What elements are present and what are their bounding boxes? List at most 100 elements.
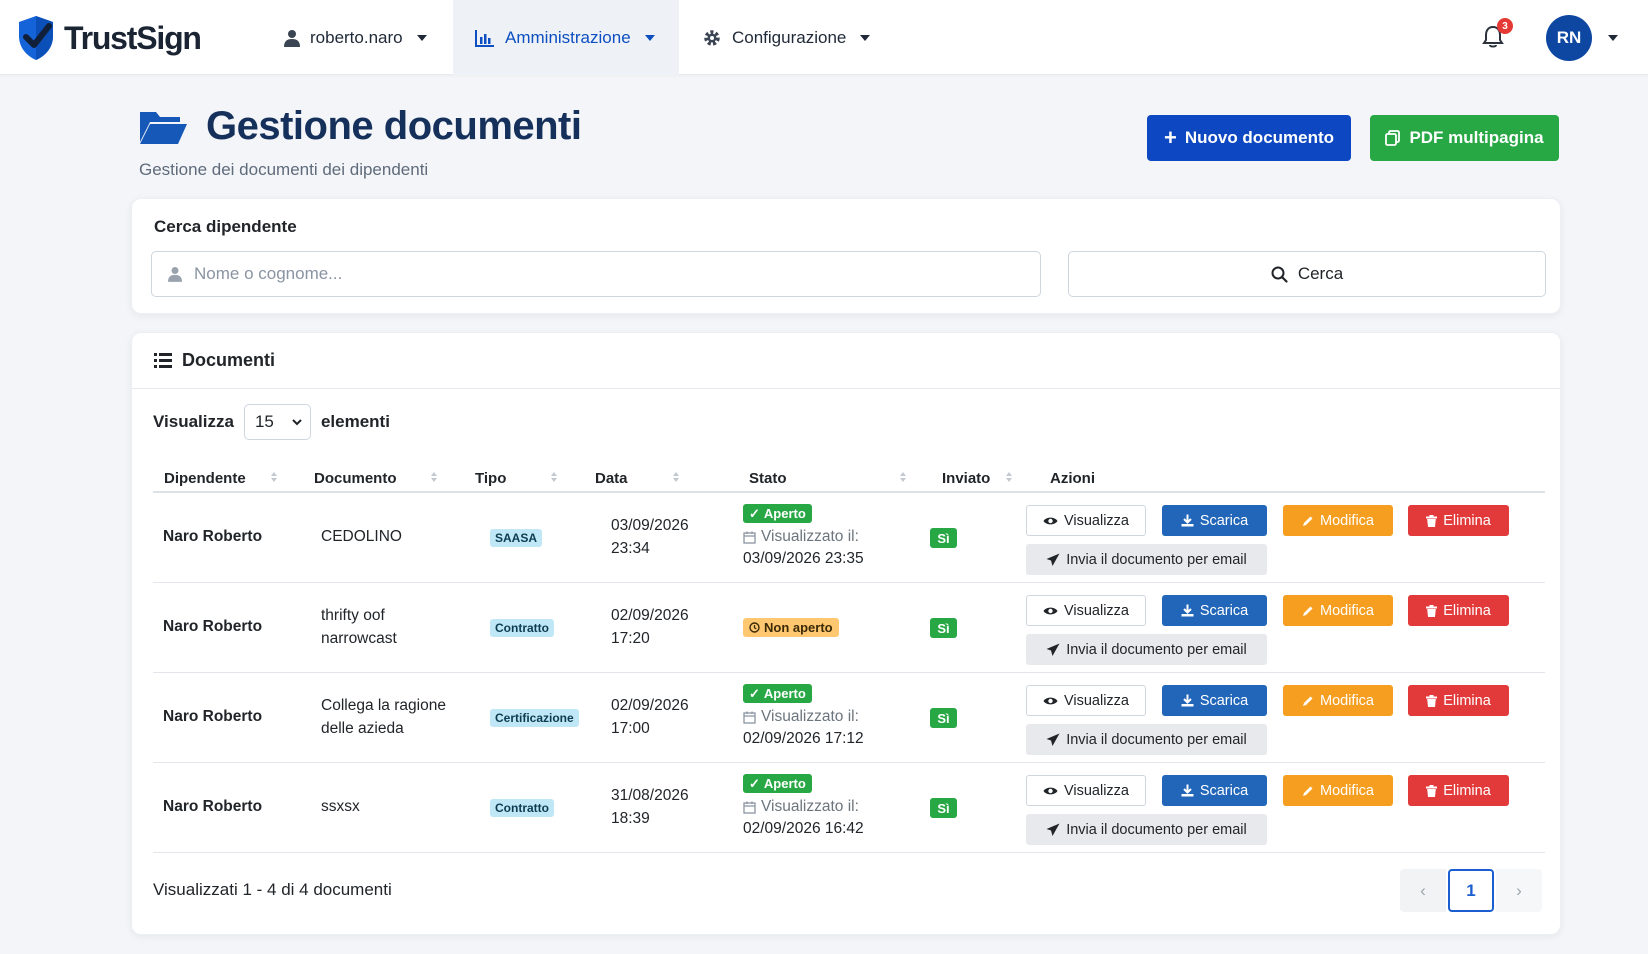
- new-document-button[interactable]: + Nuovo documento: [1147, 115, 1351, 161]
- chevron-down-icon[interactable]: [1608, 35, 1618, 41]
- table-row: Naro Roberto CEDOLINO SAASA 03/09/2026 2…: [153, 493, 1545, 583]
- send-email-button[interactable]: Invia il documento per email: [1026, 724, 1267, 755]
- download-icon: [1181, 784, 1194, 797]
- brand-name: TrustSign: [64, 19, 202, 56]
- delete-button[interactable]: Elimina: [1408, 595, 1509, 626]
- page-length-value: 15: [254, 412, 274, 431]
- view-button[interactable]: Visualizza: [1026, 505, 1146, 536]
- search-button[interactable]: Cerca: [1068, 251, 1546, 297]
- download-icon: [1181, 514, 1194, 527]
- eye-icon: [1043, 787, 1058, 794]
- search-field[interactable]: [151, 251, 1041, 297]
- nav-admin-menu[interactable]: Amministrazione: [453, 0, 679, 75]
- viewed-date: 02/09/2026 16:42: [743, 820, 864, 837]
- documents-header: Documenti: [132, 333, 1560, 389]
- download-button[interactable]: Scarica: [1162, 775, 1267, 806]
- document-name: Collega la ragione delle azieda: [321, 697, 446, 737]
- sort-icon: [1006, 472, 1012, 482]
- download-button[interactable]: Scarica: [1162, 685, 1267, 716]
- nav-user-menu[interactable]: roberto.naro: [262, 0, 449, 75]
- viewed-label: Visualizzato il:: [743, 798, 859, 816]
- chevron-down-icon: [292, 418, 302, 425]
- chevron-down-icon: [416, 34, 427, 41]
- sort-icon: [551, 472, 557, 482]
- eye-icon: [1043, 697, 1058, 704]
- show-label: Visualizza: [153, 412, 234, 431]
- paper-plane-icon: [1046, 643, 1060, 656]
- type-badge: Contratto: [490, 619, 554, 637]
- send-email-button[interactable]: Invia il documento per email: [1026, 814, 1267, 845]
- pdf-multipage-button[interactable]: PDF multipagina: [1370, 115, 1559, 161]
- view-button[interactable]: Visualizza: [1026, 685, 1146, 716]
- page-subtitle: Gestione dei documenti dei dipendenti: [139, 160, 429, 179]
- paper-plane-icon: [1046, 733, 1060, 746]
- download-button[interactable]: Scarica: [1162, 505, 1267, 536]
- eye-icon: [1043, 607, 1058, 614]
- delete-button[interactable]: Elimina: [1408, 685, 1509, 716]
- gear-icon: [704, 29, 720, 46]
- search-label: Cerca dipendente: [154, 217, 297, 236]
- edit-button[interactable]: Modifica: [1283, 505, 1393, 536]
- chevron-down-icon: [644, 34, 655, 41]
- brand-logo[interactable]: TrustSign: [16, 12, 202, 64]
- download-icon: [1181, 694, 1194, 707]
- delete-button[interactable]: Elimina: [1408, 775, 1509, 806]
- page-title: Gestione documenti: [206, 104, 582, 148]
- pencil-icon: [1303, 786, 1313, 796]
- edit-button[interactable]: Modifica: [1283, 775, 1393, 806]
- list-icon: [154, 353, 172, 368]
- pencil-icon: [1303, 696, 1313, 706]
- elements-label: elementi: [320, 412, 390, 431]
- type-badge: Contratto: [490, 799, 554, 817]
- calendar-icon: [743, 801, 756, 814]
- trash-icon: [1426, 514, 1438, 527]
- send-email-button[interactable]: Invia il documento per email: [1026, 634, 1267, 665]
- employee-name: Naro Roberto: [163, 798, 263, 815]
- shield-check-icon: [19, 16, 53, 60]
- pagination-next[interactable]: ›: [1496, 869, 1542, 912]
- chevron-down-icon: [860, 34, 871, 41]
- edit-button[interactable]: Modifica: [1283, 685, 1393, 716]
- delete-button[interactable]: Elimina: [1408, 505, 1509, 536]
- employee-name: Naro Roberto: [163, 618, 263, 635]
- sort-icon: [271, 472, 277, 482]
- status-badge-opened: ✓ Aperto: [743, 504, 812, 523]
- edit-button[interactable]: Modifica: [1283, 595, 1393, 626]
- employee-name: Naro Roberto: [163, 708, 263, 725]
- document-name: ssxsx: [321, 798, 360, 815]
- documents-title: Documenti: [182, 350, 276, 370]
- paper-plane-icon: [1046, 553, 1060, 566]
- pagination-page-1[interactable]: 1: [1448, 869, 1494, 912]
- view-button[interactable]: Visualizza: [1026, 775, 1146, 806]
- page-length-select[interactable]: 15: [243, 404, 311, 440]
- eye-icon: [1043, 517, 1058, 524]
- search-icon: [1271, 266, 1288, 283]
- status-badge-opened: ✓ Aperto: [743, 684, 812, 703]
- documents-card: Documenti Visualizza 15 elementi Dipende…: [131, 332, 1561, 935]
- sort-icon: [673, 472, 679, 482]
- sort-icon: [431, 472, 437, 482]
- paper-plane-icon: [1046, 823, 1060, 836]
- bar-chart-icon: [475, 29, 494, 47]
- pagination-previous[interactable]: ‹: [1400, 869, 1446, 912]
- nav-config-menu[interactable]: Configurazione: [680, 0, 892, 75]
- clock-icon: [749, 622, 760, 633]
- check-icon: ✓: [749, 775, 760, 791]
- viewed-label: Visualizzato il:: [743, 528, 859, 546]
- notifications-button[interactable]: 3: [1482, 18, 1513, 52]
- viewed-label: Visualizzato il:: [743, 708, 859, 726]
- view-button[interactable]: Visualizza: [1026, 595, 1146, 626]
- table-info: Visualizzati 1 - 4 di 4 documenti: [153, 880, 392, 899]
- trash-icon: [1426, 784, 1438, 797]
- sent-badge: Sì: [930, 798, 957, 818]
- calendar-icon: [743, 531, 756, 544]
- search-input[interactable]: [194, 264, 1014, 284]
- type-badge: SAASA: [490, 529, 543, 547]
- document-name: thrifty oof narrowcast: [321, 607, 397, 647]
- download-button[interactable]: Scarica: [1162, 595, 1267, 626]
- sent-badge: Sì: [930, 528, 957, 548]
- nav-user-label: roberto.naro: [310, 27, 403, 47]
- avatar[interactable]: RN: [1546, 15, 1592, 61]
- table-row: Naro Roberto Collega la ragione delle az…: [153, 673, 1545, 763]
- send-email-button[interactable]: Invia il documento per email: [1026, 544, 1267, 575]
